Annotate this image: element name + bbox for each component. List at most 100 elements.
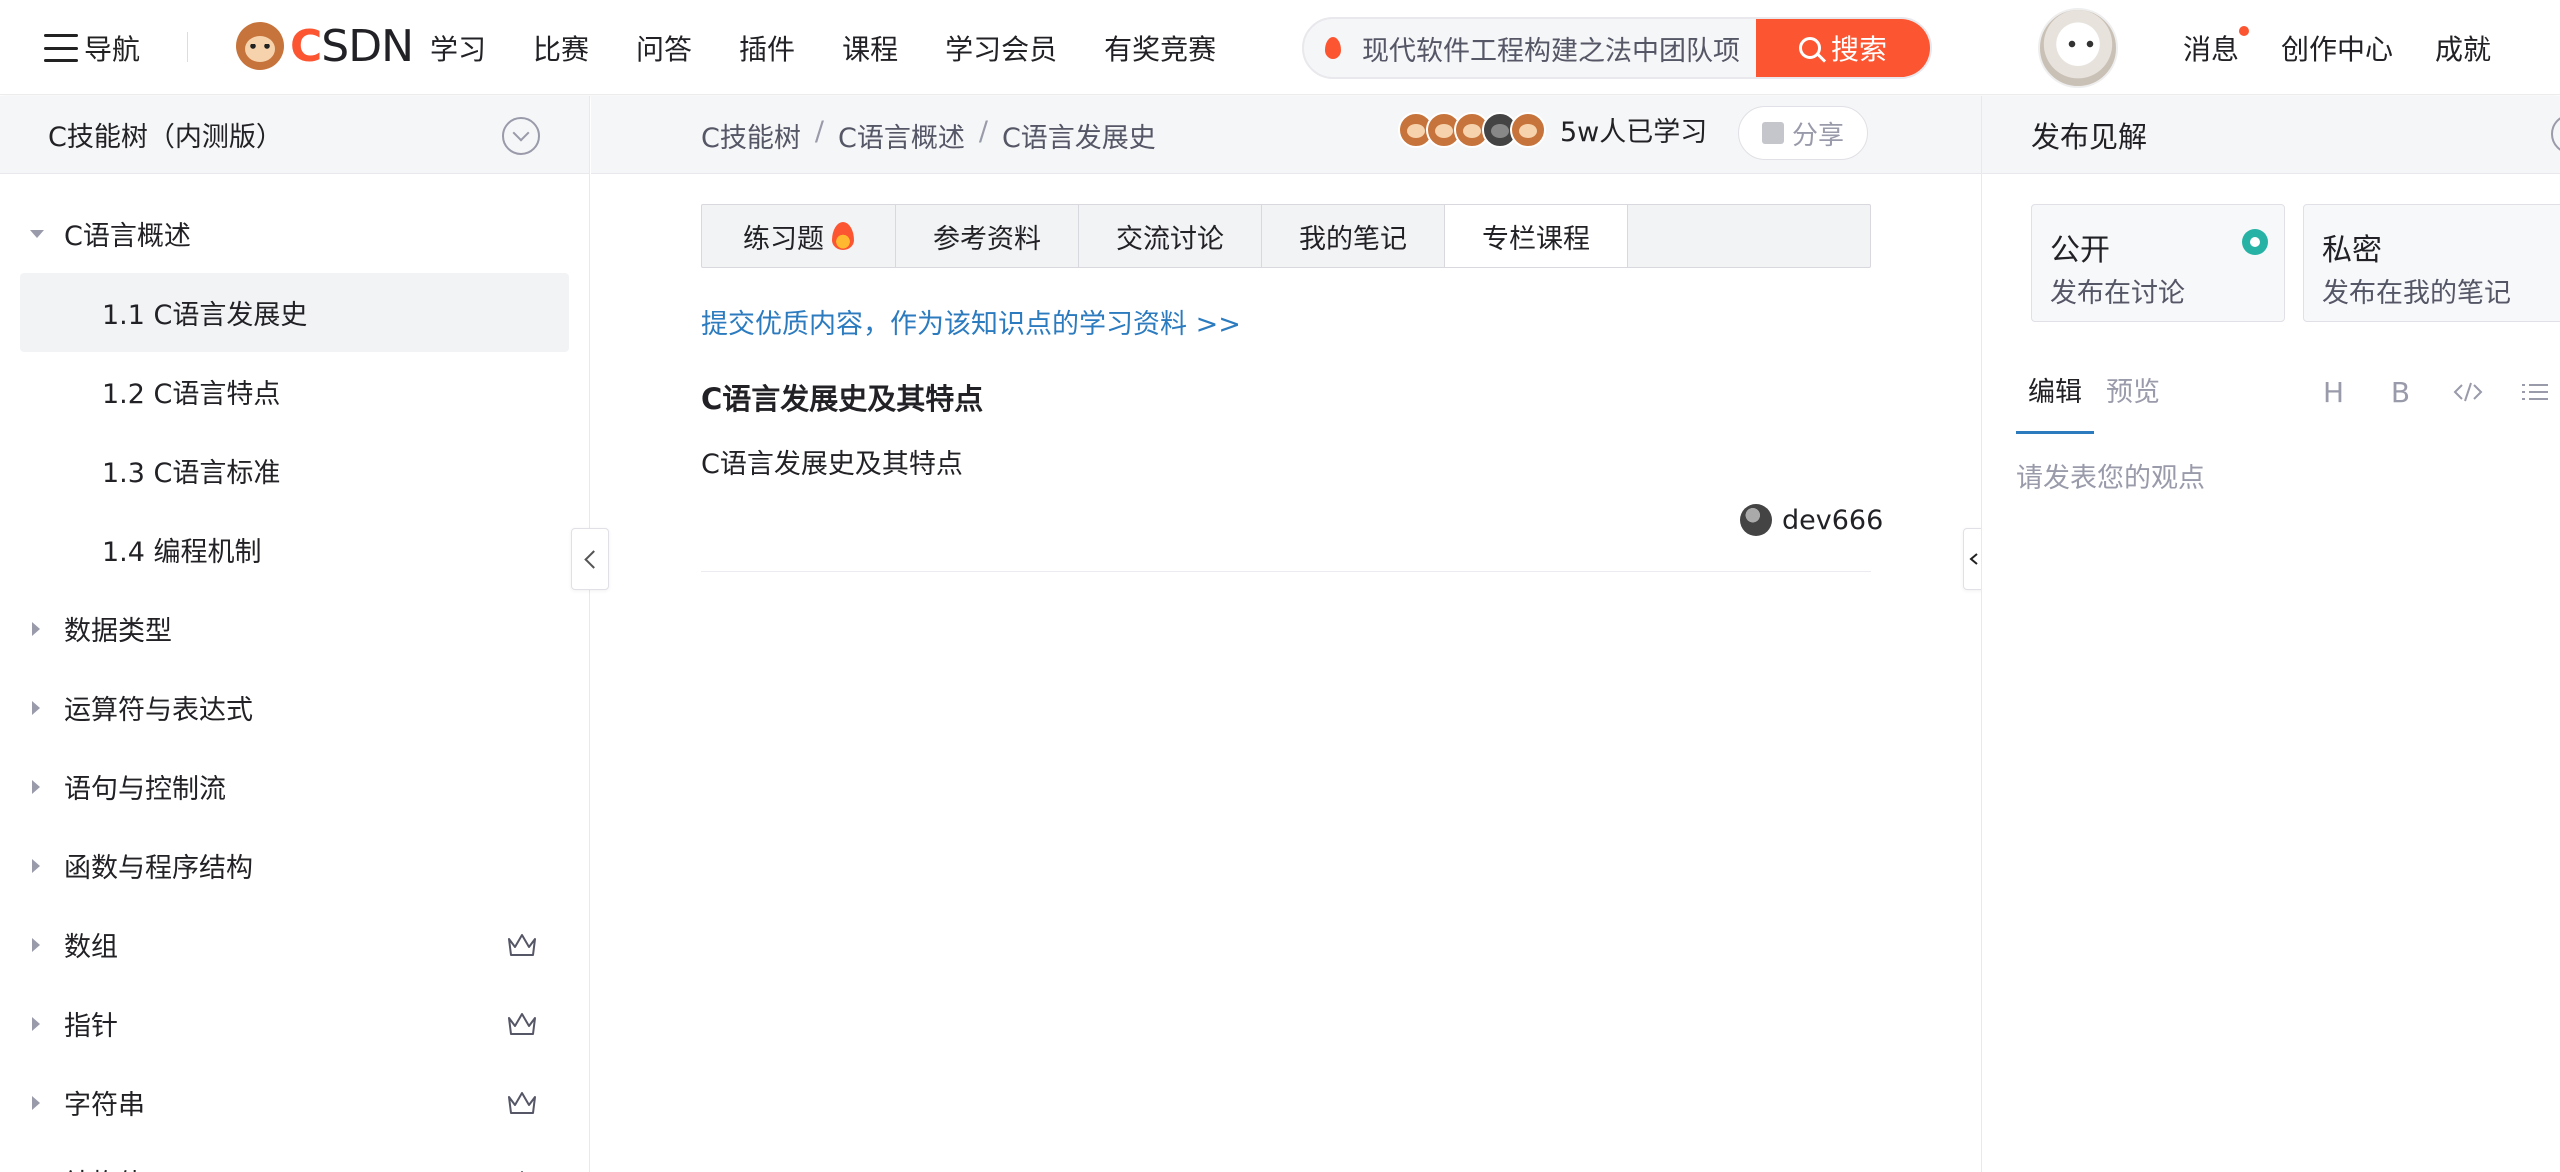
caret-right-icon <box>32 938 40 952</box>
tree-item-arrays[interactable]: 数组 <box>0 905 589 984</box>
tab-column-courses[interactable]: 专栏课程 <box>1445 205 1628 267</box>
search-icon <box>1798 37 1821 59</box>
skill-tree-sidebar: C技能树（内测版） C语言概述 1.1 C语言发展史 1.2 C语言特点 1.3… <box>0 96 590 1172</box>
mascot-logo-icon <box>236 22 284 70</box>
breadcrumb: C技能树 / C语言概述 / C语言发展史 <box>701 116 1156 155</box>
tree-item-data-types[interactable]: 数据类型 <box>0 589 589 668</box>
learners-text: 5w人已学习 <box>1560 117 1708 148</box>
sidebar-title: C技能树（内测版） <box>48 122 283 153</box>
search-input[interactable] <box>1362 19 1756 77</box>
user-avatar[interactable] <box>2038 8 2118 88</box>
hamburger-icon <box>44 34 78 62</box>
search-button-label: 搜索 <box>1830 34 1887 65</box>
crown-icon <box>506 1010 538 1038</box>
nav-link-qa[interactable]: 问答 <box>636 28 692 68</box>
tree-item-control-flow[interactable]: 语句与控制流 <box>0 747 589 826</box>
insight-editor[interactable] <box>2016 456 2536 856</box>
divider <box>701 571 1871 572</box>
article-summary: C语言发展史及其特点 <box>701 449 963 480</box>
caret-right-icon <box>32 701 40 715</box>
notification-dot <box>2239 26 2250 36</box>
tree-item-programming-mechanism[interactable]: 1.4 编程机制 <box>0 510 589 589</box>
author-name: dev666 <box>1782 504 1884 536</box>
chevron-down-icon[interactable] <box>502 117 540 155</box>
search-box: 搜索 <box>1302 17 1932 79</box>
creator-center-link[interactable]: 创作中心 <box>2281 28 2393 68</box>
fire-icon <box>832 222 854 250</box>
article-title[interactable]: C语言发展史及其特点 <box>701 376 983 418</box>
logo-wordmark: CSDN <box>290 20 414 72</box>
breadcrumb-item[interactable]: C语言概述 <box>838 116 965 155</box>
caret-right-icon <box>32 622 40 636</box>
nav-menu-label: 导航 <box>84 33 141 66</box>
tree-item-c-overview[interactable]: C语言概述 <box>0 194 589 273</box>
tree-item-operators[interactable]: 运算符与表达式 <box>0 668 589 747</box>
csdn-logo[interactable]: CSDN <box>236 18 414 74</box>
nav-link-learn[interactable]: 学习 <box>430 28 486 68</box>
share-label: 分享 <box>1791 120 1844 151</box>
caret-right-icon <box>32 859 40 873</box>
nav-link-contest[interactable]: 比赛 <box>533 28 589 68</box>
code-icon[interactable] <box>2434 376 2501 408</box>
tree-item-c-features[interactable]: 1.2 C语言特点 <box>0 352 589 431</box>
publish-insight-panel: 发布见解 公开 发布在讨论 私密 发布在我的笔记 编辑 预览 H B <box>1981 96 2560 1172</box>
editor-toolbar: H B <box>2300 376 2560 409</box>
content-tabs: 练习题 参考资料 交流讨论 我的笔记 专栏课程 <box>701 204 1871 268</box>
radio-selected-icon <box>2242 229 2268 255</box>
sidebar-header: C技能树（内测版） <box>0 96 589 174</box>
content-header: C技能树 / C语言概述 / C语言发展史 5w人已学习 分享 <box>591 96 1981 174</box>
tab-references[interactable]: 参考资料 <box>896 205 1079 267</box>
top-nav-links: 学习 比赛 问答 插件 课程 学习会员 有奖竞赛 <box>430 28 1263 68</box>
tab-edit[interactable]: 编辑 <box>2016 370 2094 434</box>
tree-item-functions[interactable]: 函数与程序结构 <box>0 826 589 905</box>
breadcrumb-separator: / <box>814 116 824 147</box>
visibility-private-option[interactable]: 私密 发布在我的笔记 <box>2303 204 2560 322</box>
nav-link-plugin[interactable]: 插件 <box>739 28 795 68</box>
crown-icon <box>506 1089 538 1117</box>
tree-item-strings[interactable]: 字符串 <box>0 1063 589 1142</box>
tab-my-notes[interactable]: 我的笔记 <box>1262 205 1445 267</box>
nav-link-course[interactable]: 课程 <box>842 28 898 68</box>
divider <box>187 32 188 62</box>
tree-item-c-history[interactable]: 1.1 C语言发展史 <box>20 273 569 352</box>
share-button[interactable]: 分享 <box>1738 106 1868 160</box>
breadcrumb-separator: / <box>978 116 988 147</box>
heading-button[interactable]: H <box>2300 376 2367 409</box>
tree-item-pointers[interactable]: 指针 <box>0 984 589 1063</box>
nav-link-membership[interactable]: 学习会员 <box>945 28 1057 68</box>
list-icon[interactable] <box>2501 376 2560 408</box>
tree-item-structs[interactable]: 结构体 <box>0 1142 589 1172</box>
nav-menu-button[interactable]: 导航 <box>44 28 140 68</box>
caret-right-icon <box>32 1017 40 1031</box>
nav-link-prize-contest[interactable]: 有奖竞赛 <box>1104 28 1216 68</box>
author-avatar <box>1740 504 1772 536</box>
panel-title: 发布见解 <box>2031 120 2148 154</box>
skill-tree: C语言概述 1.1 C语言发展史 1.2 C语言特点 1.3 C语言标准 1.4… <box>0 174 589 1172</box>
messages-link[interactable]: 消息 <box>2183 26 2250 68</box>
top-right-links: 消息 创作中心 成就 <box>2183 26 2533 68</box>
search-button[interactable]: 搜索 <box>1756 19 1930 77</box>
learner-avatar <box>1510 111 1546 148</box>
breadcrumb-item[interactable]: C语言发展史 <box>1002 116 1156 155</box>
editor-tabs: 编辑 预览 <box>2016 370 2172 434</box>
bold-button[interactable]: B <box>2367 376 2434 409</box>
share-icon <box>1761 122 1784 144</box>
collapse-sidebar-button[interactable] <box>571 528 609 590</box>
caret-right-icon <box>32 1096 40 1110</box>
hot-fire-icon <box>1304 19 1362 77</box>
panel-header: 发布见解 <box>1982 96 2560 174</box>
tab-preview[interactable]: 预览 <box>2094 370 2172 434</box>
tree-item-c-standards[interactable]: 1.3 C语言标准 <box>0 431 589 510</box>
visibility-public-option[interactable]: 公开 发布在讨论 <box>2031 204 2285 322</box>
caret-right-icon <box>32 780 40 794</box>
breadcrumb-item[interactable]: C技能树 <box>701 116 801 155</box>
panel-close-icon[interactable] <box>2551 114 2560 154</box>
learners-count: 5w人已学习 <box>1398 110 1707 149</box>
tab-discussion[interactable]: 交流讨论 <box>1079 205 1262 267</box>
crown-icon <box>506 931 538 959</box>
article-author[interactable]: dev666 <box>1740 504 1883 536</box>
tab-exercises[interactable]: 练习题 <box>702 205 896 267</box>
achievements-link[interactable]: 成就 <box>2435 28 2491 68</box>
top-navigation-bar: 导航 CSDN 学习 比赛 问答 插件 课程 学习会员 有奖竞赛 搜索 消息 创… <box>0 0 2560 95</box>
submit-content-link[interactable]: 提交优质内容，作为该知识点的学习资料 >> <box>701 302 1241 341</box>
